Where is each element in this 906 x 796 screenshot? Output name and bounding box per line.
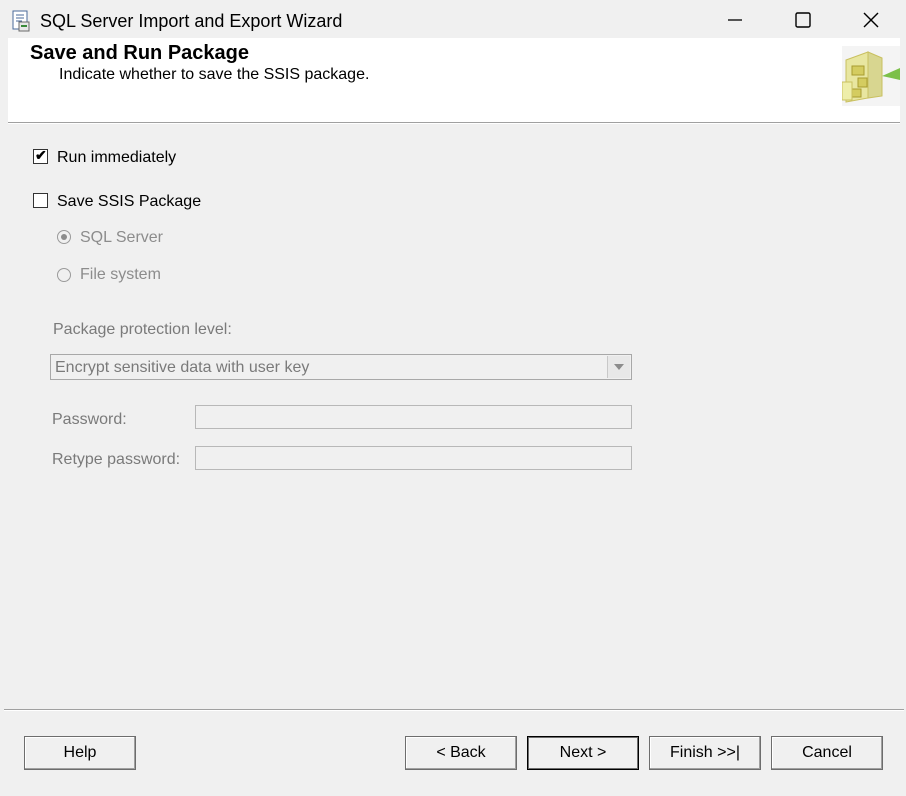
next-button[interactable]: Next > [527,736,639,770]
run-immediately-checkbox[interactable]: ✔ [33,147,48,164]
retype-password-field[interactable] [195,446,632,470]
save-ssis-package-checkbox[interactable] [33,193,48,208]
dropdown-arrow-button[interactable] [607,356,630,378]
save-ssis-package-label[interactable]: Save SSIS Package [57,193,201,211]
maximize-button[interactable] [768,0,838,40]
sql-server-radio[interactable] [57,230,71,244]
wizard-app-icon [10,10,32,32]
close-button[interactable] [836,0,906,40]
page-title: Save and Run Package [30,42,249,64]
minimize-button[interactable] [700,0,770,40]
title-bar: SQL Server Import and Export Wizard [0,0,906,40]
file-system-radio[interactable] [57,268,71,282]
protection-level-dropdown[interactable]: Encrypt sensitive data with user key [50,354,632,380]
password-label: Password: [52,411,127,428]
retype-password-label: Retype password: [52,451,181,468]
finish-button[interactable]: Finish >>| [649,736,761,770]
minimize-icon [728,19,742,21]
wizard-header: Save and Run Package Indicate whether to… [8,38,900,122]
run-immediately-label[interactable]: Run immediately [57,149,176,167]
ssis-package-logo-icon [841,46,900,106]
chevron-down-icon [614,364,624,370]
protection-level-value: Encrypt sensitive data with user key [55,359,310,376]
back-button[interactable]: < Back [405,736,517,770]
window-title: SQL Server Import and Export Wizard [40,11,343,31]
radio-selected-dot [61,234,67,240]
file-system-label: File system [80,266,161,283]
header-divider [8,122,900,124]
protection-level-label: Package protection level: [53,321,232,338]
page-subtitle: Indicate whether to save the SSIS packag… [59,66,370,83]
maximize-icon [795,12,811,28]
footer-divider [4,709,904,711]
password-field[interactable] [195,405,632,429]
sql-server-label: SQL Server [80,229,163,246]
cancel-button[interactable]: Cancel [771,736,883,770]
close-icon [863,12,879,28]
help-button[interactable]: Help [24,736,136,770]
check-mark-icon: ✔ [35,147,47,163]
